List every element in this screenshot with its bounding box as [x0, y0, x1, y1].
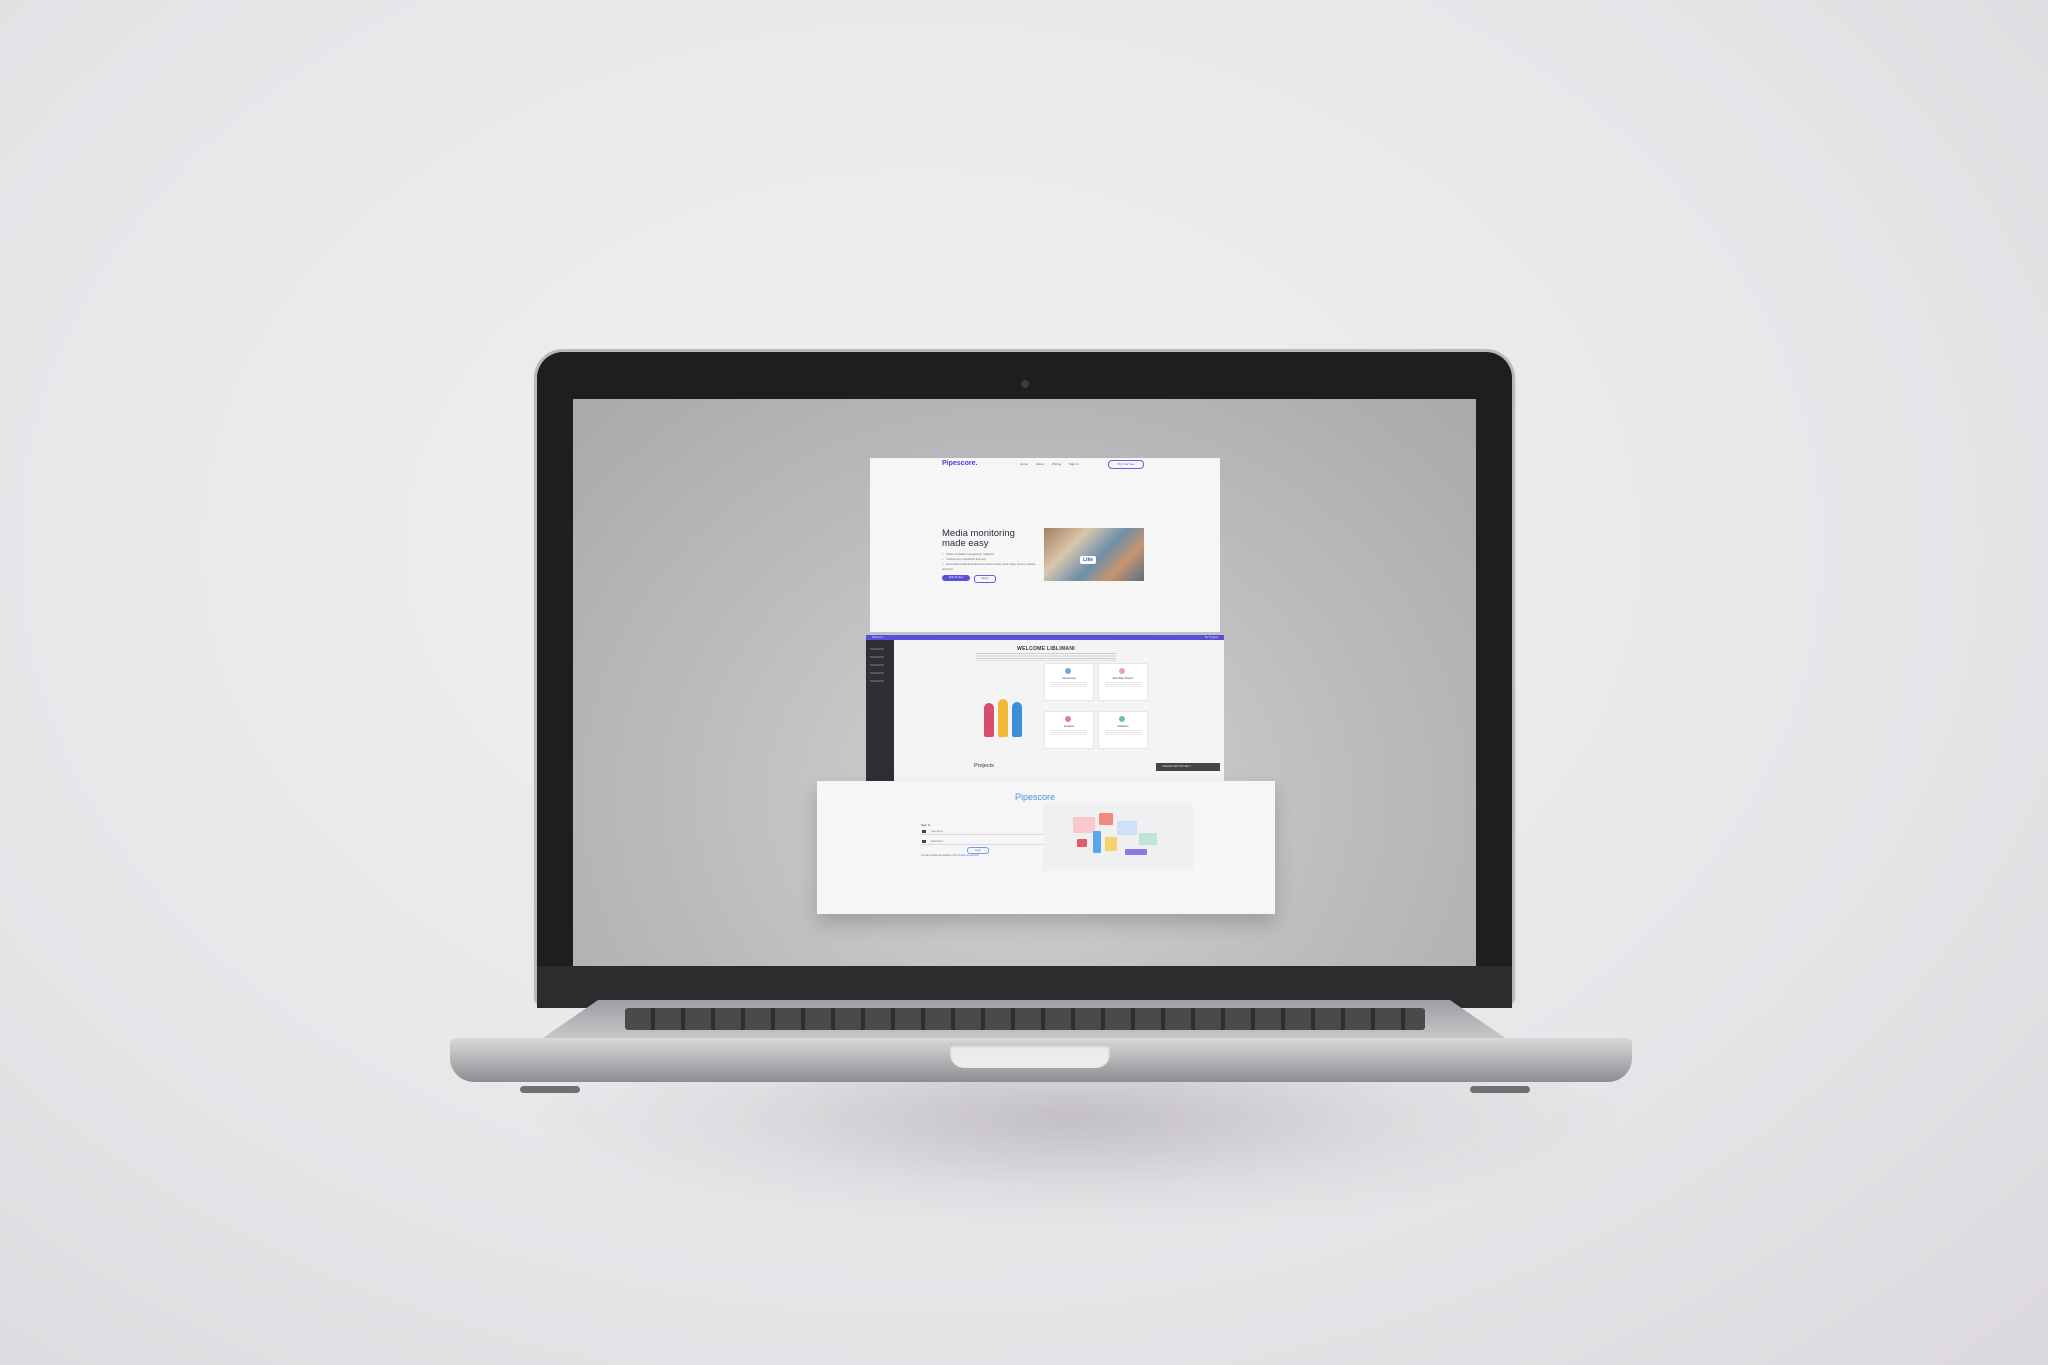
login-page-preview: Pipescore Sign In Username Password Logi… — [817, 781, 1275, 914]
alert-icon — [1119, 668, 1125, 674]
hero-photo: Like — [1044, 528, 1144, 581]
person-figure — [1012, 702, 1022, 737]
hero-bullet-text: Online reputation management, redefined — [946, 553, 995, 556]
like-badge: Like — [1080, 556, 1097, 564]
person-figure — [998, 699, 1008, 737]
demo-button[interactable]: Demo — [974, 575, 996, 583]
monitor-icon — [1065, 668, 1071, 674]
laptop-foot — [520, 1086, 580, 1093]
laptop-screen: Pipescore. Home About Pricing Sign In Tr… — [573, 399, 1476, 966]
dashboard-welcome-title: WELCOME LIBLIMANI — [1017, 646, 1075, 652]
feature-card-text — [1105, 682, 1141, 688]
camera-icon — [1021, 380, 1029, 388]
feature-card[interactable]: Analysis — [1044, 711, 1094, 749]
heart-icon — [1077, 839, 1087, 847]
nav-link-pricing[interactable]: Pricing — [1052, 462, 1061, 466]
keyboard — [625, 1008, 1425, 1030]
team-illustration — [976, 687, 1036, 737]
login-footer-text: You don't have an account yet? — [921, 854, 958, 857]
feature-card-title: Monitoring — [1062, 676, 1076, 680]
feature-card[interactable]: Statistics — [1098, 711, 1148, 749]
projects-heading: Projects — [974, 763, 994, 769]
sidebar-item[interactable] — [870, 680, 884, 682]
feature-card-title: Analysis — [1063, 724, 1075, 728]
feature-card-title: Statistics — [1117, 724, 1129, 728]
landing-nav-links: Home About Pricing Sign In — [1020, 462, 1078, 466]
illustration-card — [1117, 821, 1137, 835]
login-label: Sign In — [921, 823, 931, 827]
nav-link-about[interactable]: About — [1036, 462, 1044, 466]
social-media-illustration — [1043, 803, 1193, 871]
create-account-link[interactable]: Create an account — [958, 854, 979, 857]
illustration-card — [1125, 849, 1147, 855]
create-project-button[interactable]: CREATE NEW PROJECT — [1156, 763, 1220, 771]
laptop-foot — [1470, 1086, 1530, 1093]
hero-bullet: ✓ Get instant results & performance acros… — [942, 562, 1038, 572]
person-figure — [984, 703, 994, 737]
dashboard-page-preview: Pipescore My Projects WELCOME LIBLIMANI … — [866, 635, 1224, 794]
hero-bullet-text: Get instant results & performance across… — [942, 563, 1036, 571]
check-icon: ✓ — [942, 553, 945, 556]
illustration-card — [1105, 837, 1117, 851]
password-field[interactable]: Password — [921, 838, 1045, 845]
nav-link-home[interactable]: Home — [1020, 462, 1028, 466]
password-placeholder: Password — [931, 840, 943, 843]
floor-shadow — [520, 1070, 1620, 1230]
landing-navbar: Pipescore. Home About Pricing Sign In Tr… — [870, 458, 1220, 472]
dashboard-intro-text — [976, 653, 1116, 661]
illustration-card — [1139, 833, 1157, 845]
analysis-icon — [1065, 716, 1071, 722]
feature-card-text — [1051, 730, 1087, 736]
lock-icon — [922, 840, 926, 843]
feature-card[interactable]: Alert Bas Project — [1098, 663, 1148, 701]
sidebar-item[interactable] — [870, 672, 884, 674]
sidebar-item[interactable] — [870, 648, 884, 650]
start-free-button[interactable]: Start for free — [942, 575, 970, 581]
dashboard-topbar: Pipescore My Projects — [866, 635, 1224, 640]
login-footer: You don't have an account yet? Create an… — [921, 854, 979, 857]
hero-bullets: ✓ Online reputation management, redefined… — [942, 552, 1038, 572]
illustration-card — [1073, 817, 1095, 833]
login-button[interactable]: Login — [967, 847, 989, 854]
landing-brand[interactable]: Pipescore. — [942, 460, 977, 467]
check-icon: ✓ — [942, 563, 945, 566]
nav-link-signin[interactable]: Sign In — [1069, 462, 1078, 466]
login-brand: Pipescore — [1015, 792, 1056, 802]
hero-headline: Media monitoring made easy — [942, 528, 1015, 549]
illustration-card — [1099, 813, 1113, 825]
feature-card[interactable]: Monitoring — [1044, 663, 1094, 701]
dashboard-topbar-menu[interactable]: My Projects — [1205, 635, 1218, 640]
nav-cta-button[interactable]: Try it for free — [1108, 460, 1144, 469]
check-icon: ✓ — [942, 558, 945, 561]
stats-icon — [1119, 716, 1125, 722]
feature-card-title: Alert Bas Project — [1112, 676, 1134, 680]
phone-icon — [1093, 831, 1101, 853]
sidebar-item[interactable] — [870, 656, 884, 658]
trackpad-notch — [950, 1044, 1110, 1068]
user-icon — [922, 830, 926, 833]
username-field[interactable]: Username — [921, 828, 1045, 835]
sidebar-item[interactable] — [870, 664, 884, 666]
dashboard-sidebar — [866, 640, 894, 794]
username-placeholder: Username — [931, 830, 943, 833]
feature-card-text — [1105, 730, 1141, 736]
landing-page-preview: Pipescore. Home About Pricing Sign In Tr… — [870, 458, 1220, 632]
feature-card-text — [1051, 682, 1087, 688]
hero-bullet-text: Tracking any competitors from any — [946, 558, 986, 561]
